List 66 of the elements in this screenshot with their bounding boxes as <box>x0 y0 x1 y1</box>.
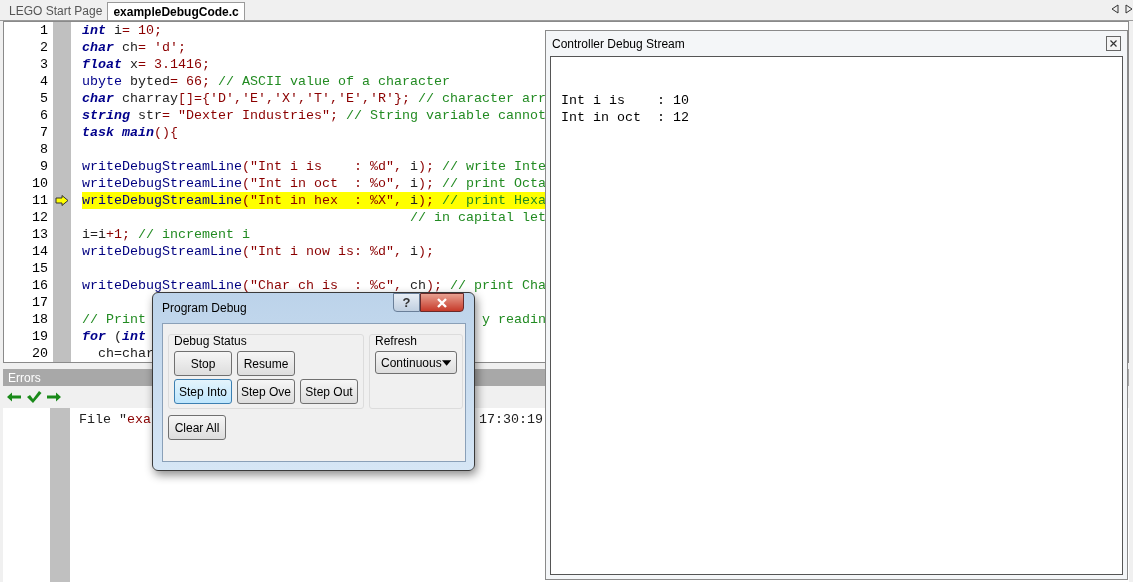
line-number: 16 <box>31 278 48 293</box>
group-title: Debug Status <box>174 335 248 348</box>
line-number: 1 <box>39 23 48 38</box>
code-line: writeDebugStreamLine("Int in oct : %o", i); // print Octa <box>82 176 546 191</box>
code-line: float x= 3.1416; <box>82 57 210 72</box>
group-title: Refresh <box>375 335 419 348</box>
line-number: 3 <box>39 57 48 72</box>
file-tab[interactable]: exampleDebugCode.c <box>107 2 245 20</box>
refresh-dropdown[interactable]: Continuous <box>375 351 457 374</box>
error-time: 17:30:19 <box>478 412 543 427</box>
line-number: 6 <box>39 108 48 123</box>
line-number: 15 <box>31 261 48 276</box>
debug-button[interactable]: Stop <box>174 351 232 376</box>
panel-title: Errors <box>8 370 41 385</box>
code-line: ch=char <box>97 346 154 361</box>
line-number: 11 <box>31 193 48 208</box>
line-number: 20 <box>31 346 48 361</box>
line-number: 12 <box>31 210 48 225</box>
scroll-right-icon[interactable] <box>1125 4 1133 14</box>
code-line: // in capital let <box>408 210 546 225</box>
line-number: 14 <box>31 244 48 259</box>
code-line: // Print <box>82 312 146 327</box>
close-icon[interactable] <box>1106 36 1121 51</box>
line-number: 9 <box>39 159 48 174</box>
scroll-left-icon[interactable] <box>1111 4 1119 14</box>
window-title: Controller Debug Stream <box>552 36 685 51</box>
arrow-right-icon[interactable] <box>46 391 62 403</box>
line-number: 2 <box>39 40 48 55</box>
code-line: i=i+1; // increment i <box>82 227 250 242</box>
code-line: ubyte byted= 66; // ASCII value of a character <box>82 74 450 89</box>
line-number: 13 <box>31 227 48 242</box>
caret-icon <box>441 359 451 366</box>
line-number: 7 <box>39 125 48 140</box>
line-number: 8 <box>39 142 48 157</box>
error-message: File "exa <box>79 412 151 427</box>
code-line: int i= 10; <box>82 23 162 38</box>
code-line: for (int <box>82 329 146 344</box>
line-number: 10 <box>31 176 48 191</box>
code-line: char charray[]={'D','E','X','T','E','R'}; // character arr <box>82 91 546 106</box>
debug-button[interactable]: Step Into <box>174 379 232 404</box>
code-line: task main(){ <box>82 125 178 140</box>
dialog-title: Program Debug <box>162 301 247 315</box>
code-line: writeDebugStreamLine("Int i now is: %d", i); <box>82 244 434 259</box>
file-tab[interactable]: LEGO Start Page <box>4 2 108 20</box>
debug-button[interactable]: Step Out <box>300 379 358 404</box>
code-line: y readin <box>481 312 546 327</box>
code-line: writeDebugStreamLine("Char ch is : %c", ch); // print Cha <box>82 278 546 293</box>
help-button[interactable]: ? <box>393 293 420 312</box>
line-number: 5 <box>39 91 48 106</box>
arrow-left-icon[interactable] <box>6 391 22 403</box>
line-number: 19 <box>31 329 48 344</box>
stream-output-line: Int in oct : 12 <box>561 110 689 127</box>
clear-all-button[interactable]: Clear All <box>168 415 226 440</box>
code-line: writeDebugStreamLine("Int in hex : %X", i); // print Hexa <box>82 193 546 208</box>
close-icon <box>436 297 448 308</box>
checkmark-icon[interactable] <box>26 390 42 404</box>
close-button[interactable] <box>420 293 464 312</box>
line-number: 4 <box>39 74 48 89</box>
code-line: string str= "Dexter Industries"; // String variable cannot <box>82 108 546 123</box>
line-number: 17 <box>31 295 48 310</box>
stream-output-line: Int i is : 10 <box>561 93 689 110</box>
code-line: char ch= 'd'; <box>82 40 186 55</box>
debug-button[interactable]: Resume <box>237 351 295 376</box>
code-line: writeDebugStreamLine("Int i is : %d", i); // write Inte <box>82 159 546 174</box>
line-number: 18 <box>31 312 48 327</box>
debug-button[interactable]: Step Ove <box>237 379 295 404</box>
